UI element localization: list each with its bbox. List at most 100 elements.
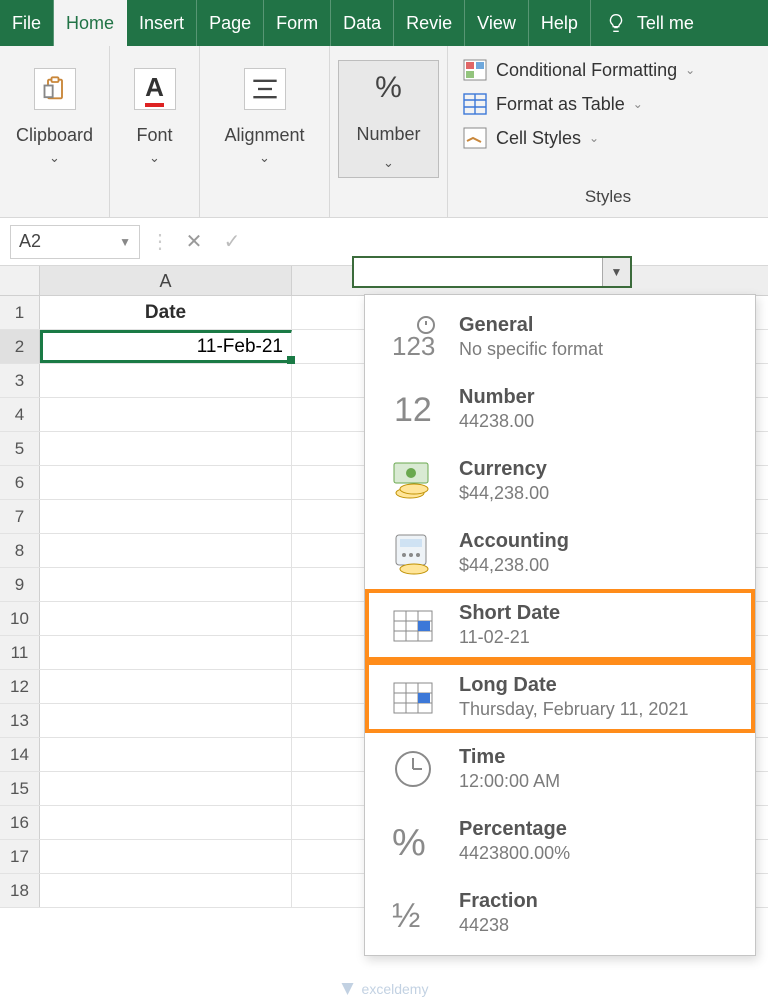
tab-review[interactable]: Revie (394, 0, 465, 46)
cell[interactable] (40, 466, 292, 499)
format-title: Fraction (459, 890, 538, 913)
name-box[interactable]: A2 ▼ (10, 225, 140, 259)
row-header[interactable]: 4 (0, 398, 40, 431)
chevron-down-icon[interactable]: ⌄ (149, 150, 160, 166)
cell[interactable] (40, 534, 292, 567)
row-header[interactable]: 10 (0, 602, 40, 635)
group-number: % Number ⌄ (330, 46, 448, 217)
conditional-formatting-button[interactable]: Conditional Formatting ⌄ (458, 56, 758, 84)
cell[interactable] (40, 806, 292, 839)
tab-data[interactable]: Data (331, 0, 394, 46)
group-clipboard: Clipboard ⌄ (0, 46, 110, 217)
number-format-input[interactable] (354, 258, 602, 286)
cell[interactable] (40, 364, 292, 397)
clipboard-button[interactable] (8, 64, 101, 114)
enter-formula-button[interactable]: ✓ (218, 228, 246, 256)
tab-home[interactable]: Home (54, 0, 127, 46)
cell[interactable] (40, 670, 292, 703)
tab-formulas[interactable]: Form (264, 0, 331, 46)
font-button[interactable]: A (118, 64, 191, 114)
format-title: Long Date (459, 674, 688, 697)
row-header[interactable]: 15 (0, 772, 40, 805)
format-preview: Thursday, February 11, 2021 (459, 699, 688, 720)
row-header[interactable]: 13 (0, 704, 40, 737)
number-icon: 12 (385, 383, 441, 435)
number-format-combobox[interactable]: ▼ (352, 256, 632, 288)
tab-file[interactable]: File (0, 0, 54, 46)
cell[interactable] (40, 738, 292, 771)
format-option-currency[interactable]: Currency$44,238.00 (365, 445, 755, 517)
cell[interactable] (40, 772, 292, 805)
alignment-label: Alignment (224, 126, 304, 146)
format-preview: No specific format (459, 339, 603, 360)
format-title: Percentage (459, 818, 570, 841)
chevron-down-icon: ⌄ (383, 155, 394, 171)
format-option-accounting[interactable]: Accounting $44,238.00 (365, 517, 755, 589)
currency-icon (385, 455, 441, 507)
chevron-down-icon[interactable]: ▼ (119, 235, 131, 249)
tab-view[interactable]: View (465, 0, 529, 46)
row-header[interactable]: 2 (0, 330, 40, 363)
cell[interactable] (40, 500, 292, 533)
number-format-button[interactable]: % Number ⌄ (338, 60, 439, 178)
cell[interactable] (40, 636, 292, 669)
format-option-general[interactable]: 123GeneralNo specific format (365, 301, 755, 373)
tab-help[interactable]: Help (529, 0, 591, 46)
svg-text:%: % (392, 822, 426, 863)
row-header[interactable]: 14 (0, 738, 40, 771)
format-option-percentage[interactable]: %Percentage4423800.00% (365, 805, 755, 877)
column-header-a[interactable]: A (40, 266, 292, 295)
number-label: Number (356, 125, 420, 145)
cell-styles-icon (462, 126, 488, 150)
chevron-down-icon[interactable]: ⌄ (49, 150, 60, 166)
row-header[interactable]: 1 (0, 296, 40, 329)
conditional-formatting-icon (462, 58, 488, 82)
row-header[interactable]: 18 (0, 874, 40, 907)
cell[interactable] (40, 840, 292, 873)
format-title: Time (459, 746, 560, 769)
row-header[interactable]: 7 (0, 500, 40, 533)
time-icon (385, 743, 441, 795)
format-as-table-button[interactable]: Format as Table ⌄ (458, 90, 758, 118)
format-option-number[interactable]: 12Number44238.00 (365, 373, 755, 445)
percent-icon: % (385, 815, 441, 867)
select-all-corner[interactable] (0, 266, 40, 295)
cell-header-date[interactable]: Date (40, 296, 292, 329)
alignment-icon (244, 68, 286, 110)
row-header[interactable]: 17 (0, 840, 40, 873)
chevron-down-icon[interactable]: ⌄ (259, 150, 270, 166)
format-option-time[interactable]: Time12:00:00 AM (365, 733, 755, 805)
row-header[interactable]: 5 (0, 432, 40, 465)
ribbon-tabbar: File Home Insert Page Form Data Revie Vi… (0, 0, 768, 46)
cancel-formula-button[interactable]: ✕ (180, 228, 208, 256)
cell-styles-label: Cell Styles (496, 128, 581, 149)
cell[interactable] (40, 568, 292, 601)
format-preview: $44,238.00 (459, 555, 569, 576)
cell-styles-button[interactable]: Cell Styles ⌄ (458, 124, 758, 152)
tab-insert[interactable]: Insert (127, 0, 197, 46)
row-header[interactable]: 11 (0, 636, 40, 669)
cell[interactable] (40, 874, 292, 907)
cell[interactable] (40, 602, 292, 635)
row-header[interactable]: 6 (0, 466, 40, 499)
cell-selected[interactable]: 11-Feb-21 (40, 330, 292, 363)
cell[interactable] (40, 398, 292, 431)
format-option-long-date[interactable]: Long DateThursday, February 11, 2021 (365, 661, 755, 733)
row-header[interactable]: 3 (0, 364, 40, 397)
cell[interactable] (40, 432, 292, 465)
format-option-short-date[interactable]: Short Date11-02-21 (365, 589, 755, 661)
number-format-dropdown: 123GeneralNo specific format12Number4423… (364, 294, 756, 956)
tab-page-layout[interactable]: Page (197, 0, 264, 46)
alignment-button[interactable] (208, 64, 321, 114)
tell-me[interactable]: Tell me (591, 0, 708, 46)
format-title: General (459, 314, 603, 337)
fraction-icon: ½ (385, 887, 441, 939)
row-header[interactable]: 9 (0, 568, 40, 601)
cell[interactable] (40, 704, 292, 737)
ribbon: Clipboard ⌄ A Font ⌄ Alignment ⌄ % Numbe… (0, 46, 768, 218)
row-header[interactable]: 16 (0, 806, 40, 839)
chevron-down-icon[interactable]: ▼ (602, 258, 630, 286)
row-header[interactable]: 8 (0, 534, 40, 567)
format-option-fraction[interactable]: ½Fraction44238 (365, 877, 755, 949)
row-header[interactable]: 12 (0, 670, 40, 703)
